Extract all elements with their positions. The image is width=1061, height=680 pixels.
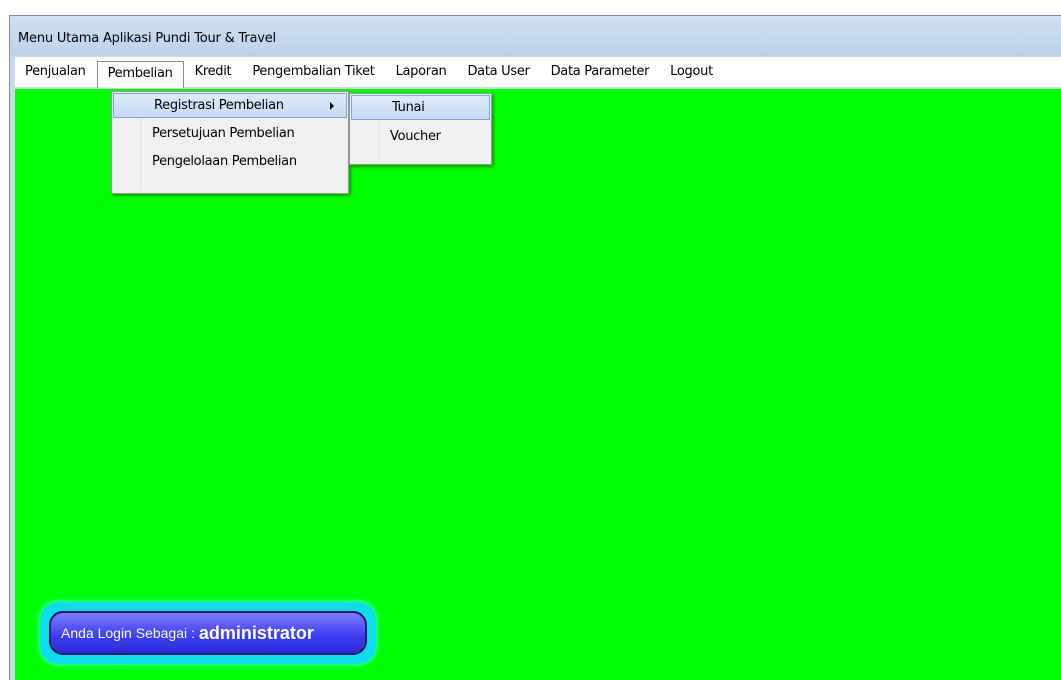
menu-kredit[interactable]: Kredit <box>185 60 242 84</box>
submenu-arrow-icon <box>330 102 334 110</box>
menuitem-registrasi-pembelian[interactable]: Registrasi Pembelian <box>113 93 347 118</box>
menuitem-label: Registrasi Pembelian <box>154 98 284 113</box>
login-label: Anda Login Sebagai : <box>61 625 195 641</box>
registrasi-submenu: Tunai Voucher <box>349 93 492 165</box>
menu-data-parameter[interactable]: Data Parameter <box>541 60 660 84</box>
menuitem-persetujuan-pembelian[interactable]: Persetujuan Pembelian <box>112 121 348 146</box>
login-username: administrator <box>198 622 314 643</box>
main-window: Menu Utama Aplikasi Pundi Tour & Travel … <box>9 15 1061 680</box>
title-bar[interactable]: Menu Utama Aplikasi Pundi Tour & Travel <box>10 16 1061 56</box>
menuitem-voucher[interactable]: Voucher <box>350 124 491 149</box>
menu-bar: Penjualan Pembelian Kredit Pengembalian … <box>15 57 1061 88</box>
menu-data-user[interactable]: Data User <box>457 60 539 84</box>
menu-pembelian[interactable]: Pembelian <box>96 60 184 88</box>
window-title: Menu Utama Aplikasi Pundi Tour & Travel <box>18 31 276 46</box>
menuitem-label: Pengelolaan Pembelian <box>152 154 297 169</box>
menu-laporan[interactable]: Laporan <box>386 60 457 84</box>
login-status-badge: Anda Login Sebagai : administrator <box>40 602 376 664</box>
menuitem-label: Voucher <box>390 129 441 144</box>
menu-pengembalian-tiket[interactable]: Pengembalian Tiket <box>242 60 384 84</box>
menuitem-label: Persetujuan Pembelian <box>152 126 295 141</box>
menu-logout[interactable]: Logout <box>660 60 723 84</box>
pembelian-dropdown: Registrasi Pembelian Persetujuan Pembeli… <box>111 91 349 194</box>
menuitem-pengelolaan-pembelian[interactable]: Pengelolaan Pembelian <box>112 149 348 174</box>
menuitem-tunai[interactable]: Tunai <box>351 95 490 120</box>
menuitem-label: Tunai <box>392 100 425 115</box>
login-status-inner: Anda Login Sebagai : administrator <box>49 611 367 655</box>
menu-penjualan[interactable]: Penjualan <box>15 60 96 84</box>
